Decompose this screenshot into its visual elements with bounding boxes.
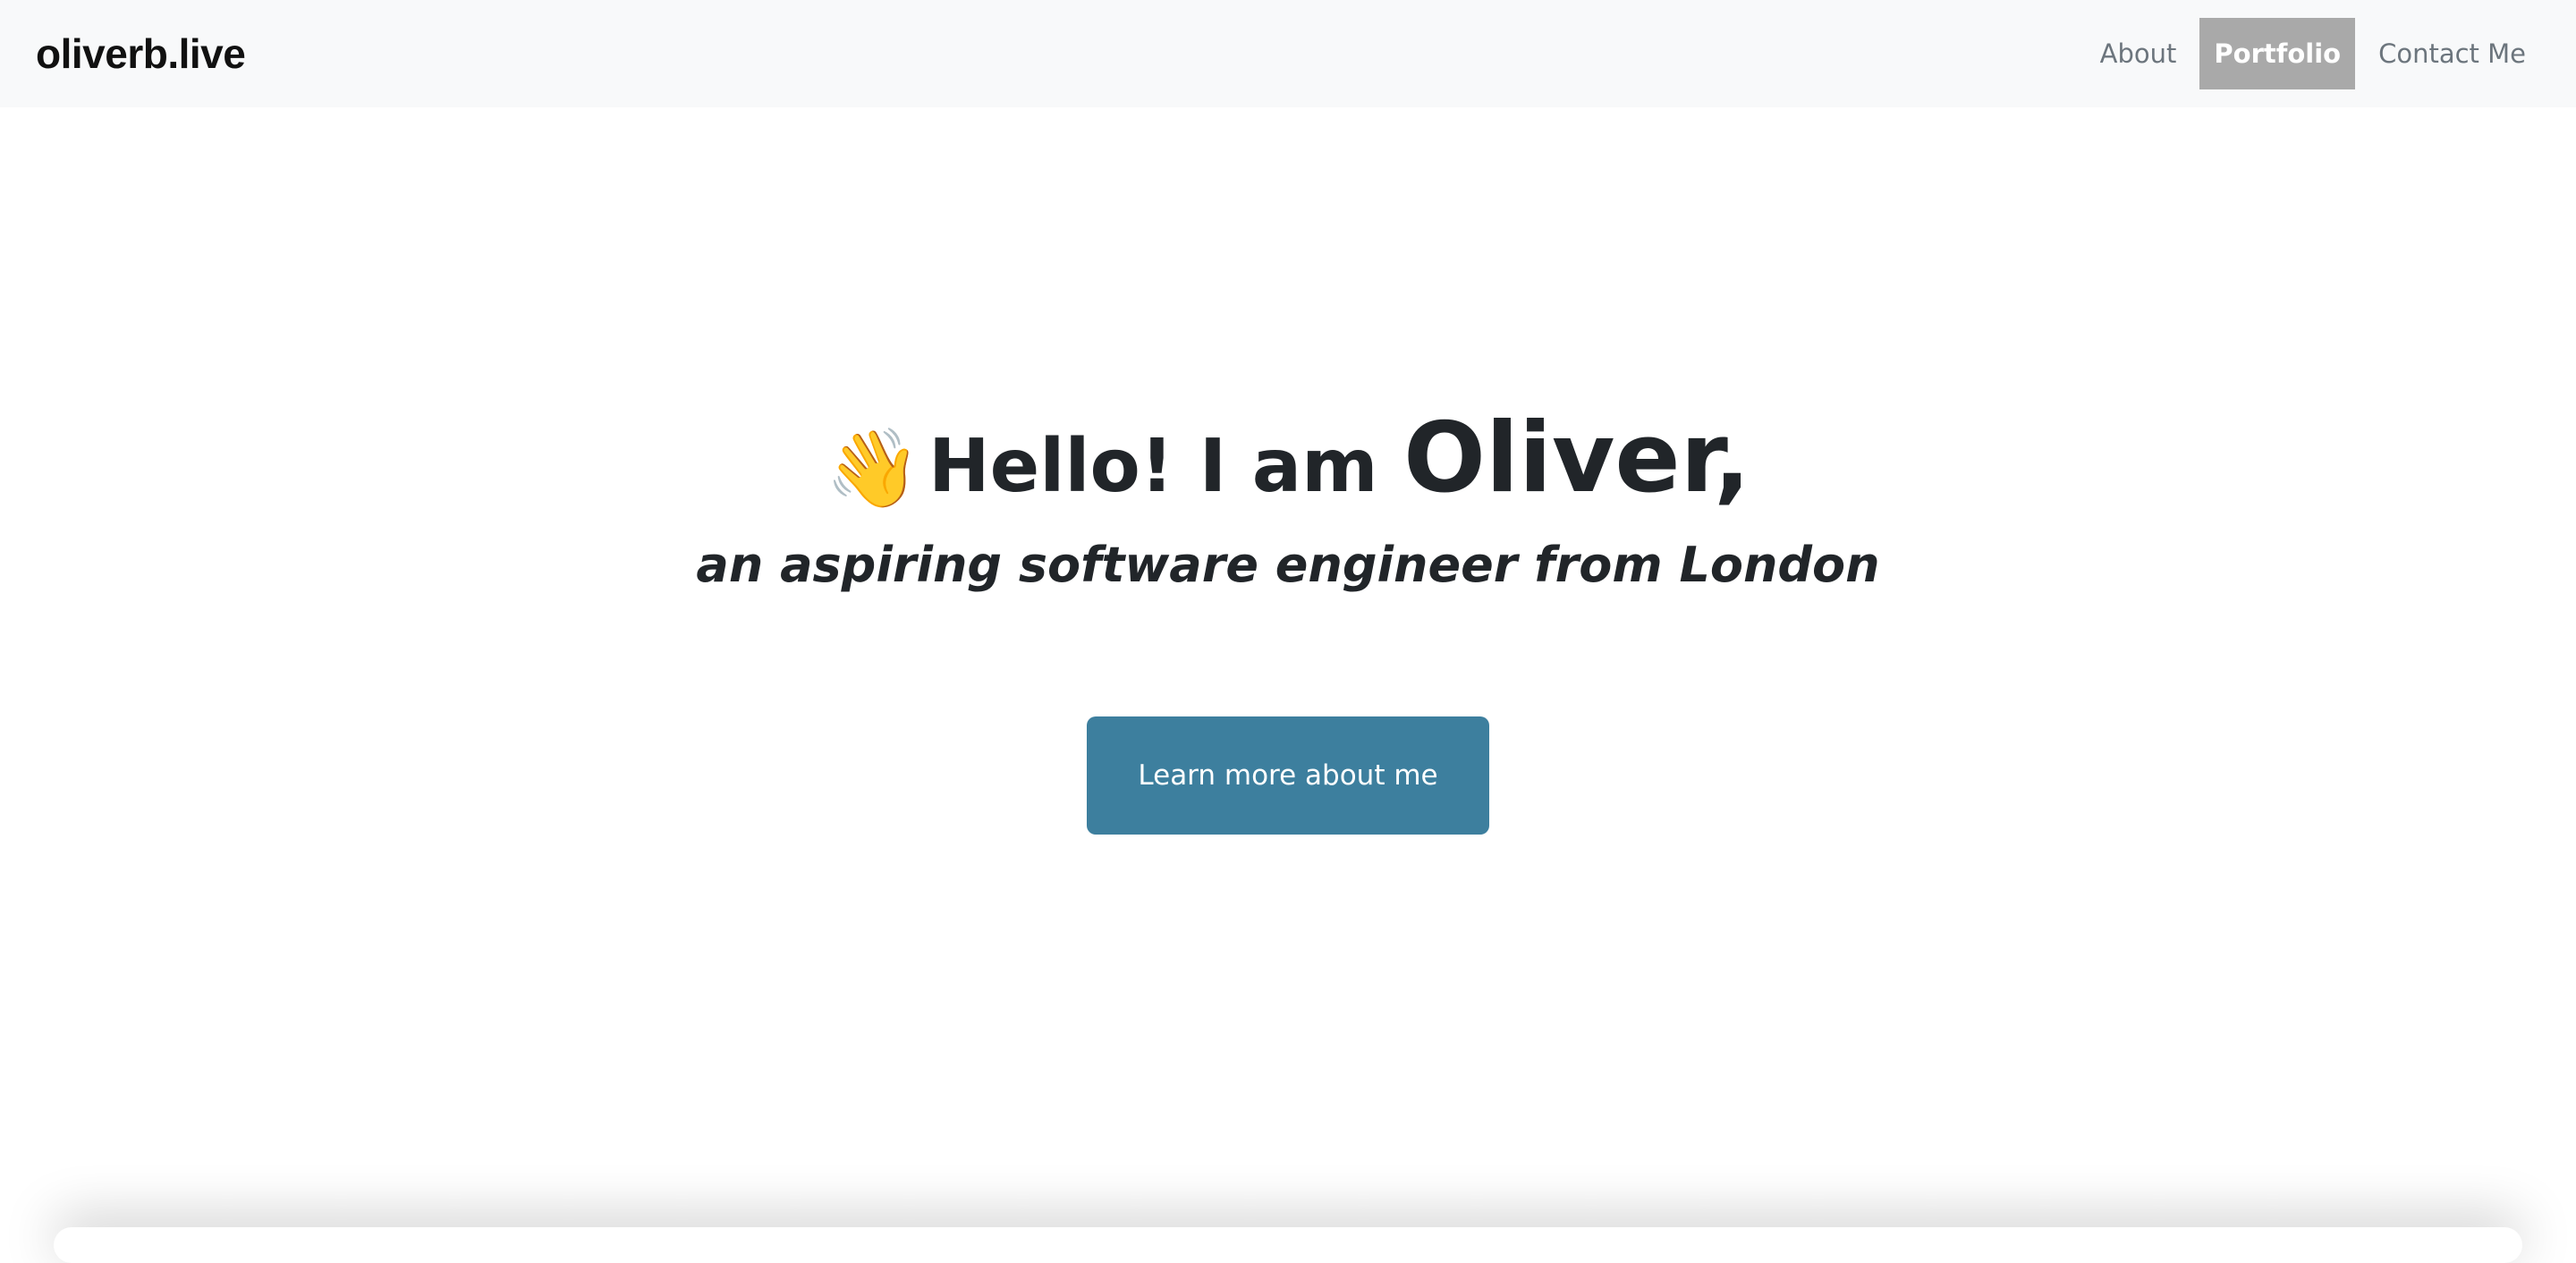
- nav-links: About Portfolio Contact Me: [2077, 18, 2549, 89]
- greeting-text: Hello! I am: [928, 424, 1404, 509]
- hero-headline: 👋Hello! I am Oliver,: [0, 403, 2576, 514]
- hero-subtitle: an aspiring software engineer from Londo…: [696, 537, 1880, 593]
- name-text: Oliver,: [1403, 403, 1751, 514]
- navbar: oliverb.live About Portfolio Contact Me: [0, 0, 2576, 107]
- waving-hand-icon: 👋: [825, 424, 922, 513]
- nav-link-contact[interactable]: Contact Me: [2355, 18, 2549, 89]
- nav-link-portfolio[interactable]: Portfolio: [2199, 18, 2356, 89]
- brand-logo[interactable]: oliverb.live: [36, 25, 246, 82]
- next-section-shadow: [54, 1227, 2522, 1263]
- nav-link-about[interactable]: About: [2077, 18, 2200, 89]
- learn-more-button[interactable]: Learn more about me: [1087, 716, 1489, 835]
- hero-section: 👋Hello! I am Oliver, an aspiring softwar…: [0, 107, 2576, 1227]
